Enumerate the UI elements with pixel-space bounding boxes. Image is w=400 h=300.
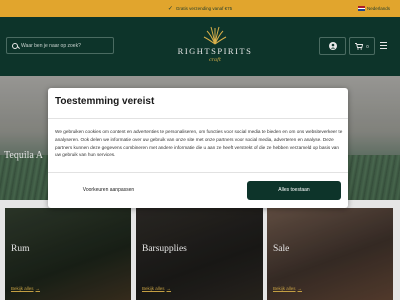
language-label: Nederlands — [366, 6, 390, 11]
check-icon: ✓ — [167, 6, 173, 12]
language-selector[interactable]: Nederlands — [357, 4, 390, 13]
divider — [48, 172, 348, 173]
dialog-body-text: We gebruiken cookies om content en adver… — [55, 129, 343, 158]
customize-preferences-button[interactable]: Voorkeuren aanpassen — [56, 181, 161, 200]
promo-bar: ✓ Gratis verzending vanaf €75 Nederlands — [0, 0, 400, 17]
user-icon — [328, 42, 337, 50]
accept-all-button[interactable]: Alles toestaan — [247, 181, 341, 200]
logo-subtitle: craft — [208, 57, 222, 63]
agave-logo-icon — [203, 26, 227, 45]
account-button[interactable] — [319, 37, 346, 55]
cookie-consent-dialog: Toestemming vereist We gebruiken cookies… — [48, 88, 348, 208]
search-input[interactable]: Waar ben je naar op zoek? — [6, 37, 114, 54]
site-header: Waar ben je naar op zoek? RIGHTSPIRITS c… — [0, 17, 400, 76]
cart-icon — [355, 42, 364, 50]
promo-text: Gratis verzending vanaf €75 — [175, 6, 233, 11]
site-logo[interactable]: RIGHTSPIRITS craft — [175, 25, 255, 69]
promo-message: ✓ Gratis verzending vanaf €75 — [0, 0, 400, 17]
logo-wordmark: RIGHTSPIRITS — [177, 46, 253, 56]
search-icon — [12, 42, 18, 49]
cart-count: 0 — [366, 43, 369, 49]
dialog-title: Toestemming vereist — [55, 96, 155, 107]
search-placeholder: Waar ben je naar op zoek? — [21, 42, 81, 49]
divider — [48, 118, 348, 119]
cart-button[interactable]: 0 — [349, 37, 375, 55]
hamburger-menu-icon[interactable] — [380, 42, 387, 49]
netherlands-flag-icon — [357, 6, 365, 12]
